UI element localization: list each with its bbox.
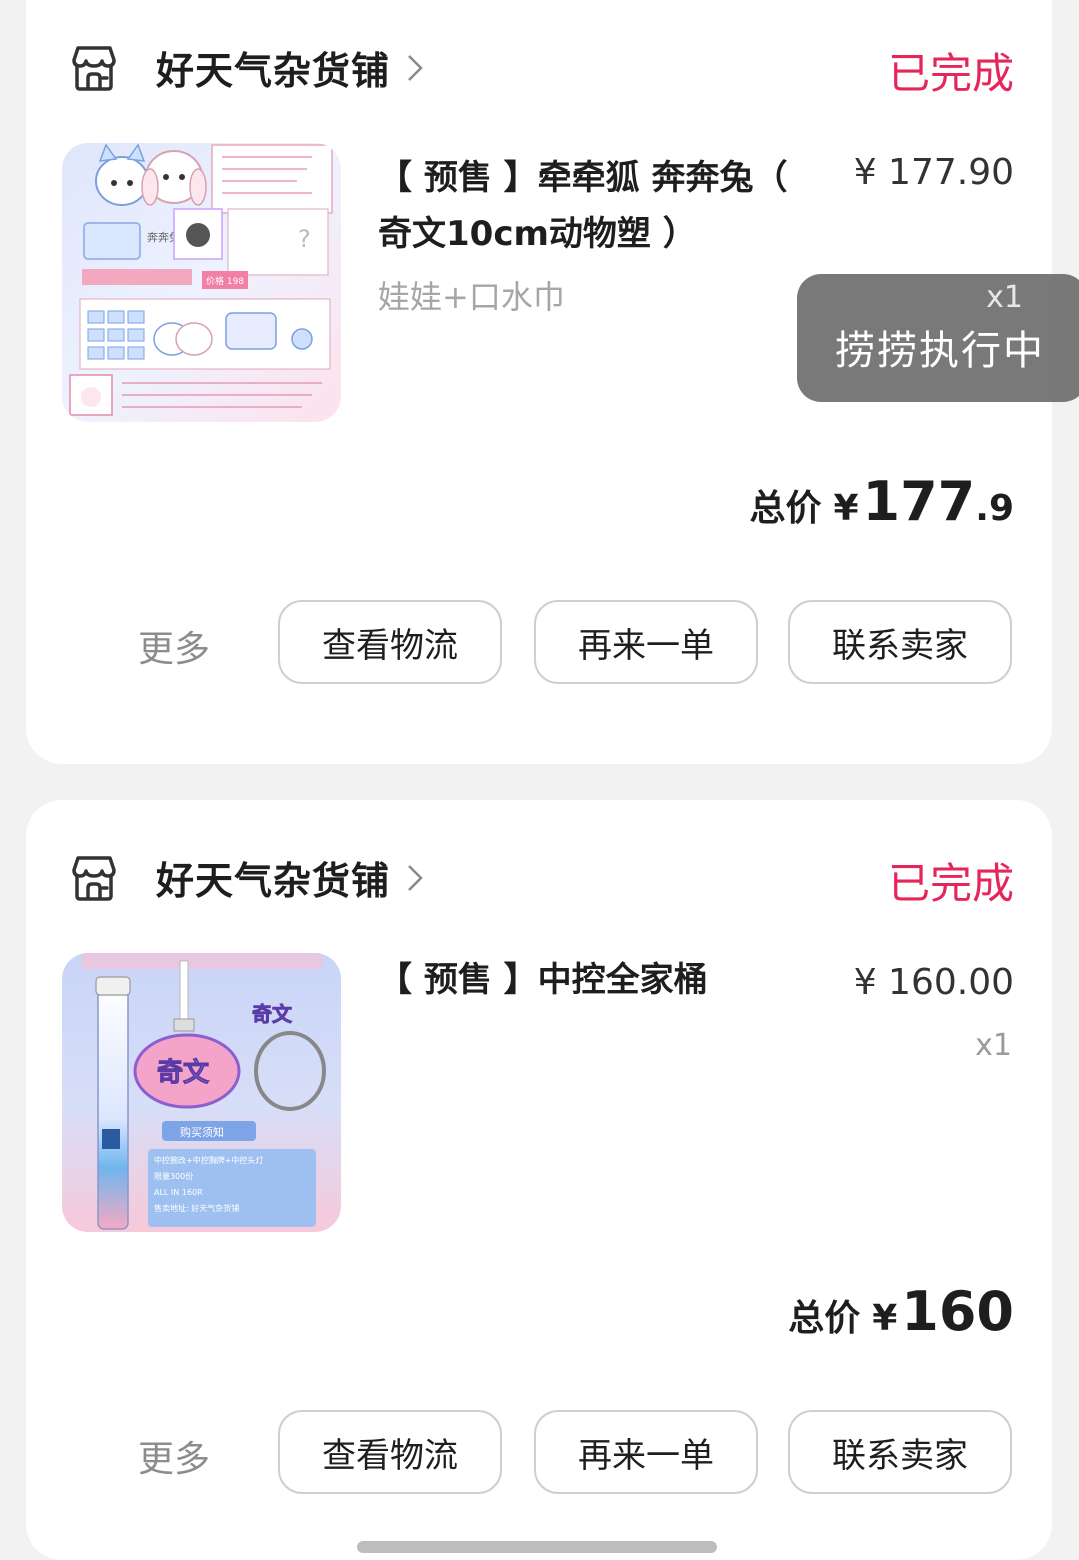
shop-link[interactable]: 好天气杂货铺 (68, 850, 424, 905)
toast-message: x1 捞捞执行中 (797, 274, 1079, 402)
view-logistics-button[interactable]: 查看物流 (278, 600, 502, 684)
order-actions: 更多 查看物流 再来一单 联系卖家 (26, 600, 1052, 688)
unit-price: ¥ 177.90 (853, 152, 1014, 193)
shop-link[interactable]: 好天气杂货铺 (68, 40, 424, 95)
order-status: 已完成 (887, 859, 1014, 908)
shop-name: 好天气杂货铺 (156, 859, 391, 903)
product-title[interactable]: 【 预售 】中控全家桶 (378, 952, 798, 1008)
shop-icon (72, 45, 116, 91)
shop-name: 好天气杂货铺 (156, 49, 391, 93)
contact-seller-button[interactable]: 联系卖家 (788, 600, 1012, 684)
chevron-right-icon (408, 864, 423, 891)
more-button[interactable]: 更多 (138, 620, 210, 672)
total-currency: ¥ (833, 488, 859, 529)
product-image: 奇文 奇文 购买须知 中控腕改+中控胸牌+中控头灯 限量300份 ALL IN … (62, 953, 341, 1232)
product-thumbnail[interactable]: 奇文 奇文 购买须知 中控腕改+中控胸牌+中控头灯 限量300份 ALL IN … (62, 953, 341, 1232)
total-amount: 177 (862, 470, 976, 533)
chevron-right-icon (408, 54, 423, 81)
contact-seller-button[interactable]: 联系卖家 (788, 1410, 1012, 1494)
thumb-text: 购买须知 (180, 1125, 224, 1139)
order-total: 总价 ¥ 160 (788, 1280, 1014, 1343)
item-quantity: x1 (986, 280, 1023, 315)
svg-text:?: ? (298, 225, 311, 253)
unit-price: ¥ 160.00 (853, 962, 1014, 1003)
total-currency: ¥ (872, 1298, 898, 1339)
thumb-text: 中控腕改+中控胸牌+中控头灯 (154, 1155, 263, 1165)
order-status: 已完成 (887, 49, 1014, 98)
thumb-text: 价格 198 (206, 275, 244, 287)
total-amount-decimal: .9 (975, 488, 1014, 529)
reorder-button[interactable]: 再来一单 (534, 600, 758, 684)
shop-icon (72, 855, 116, 901)
thumb-text: 限量300份 (154, 1171, 193, 1181)
thumb-text: ALL IN 160R (154, 1188, 203, 1197)
thumb-text: 奇文 (157, 1057, 210, 1088)
item-quantity: x1 (975, 1028, 1012, 1063)
svg-text:奇文: 奇文 (252, 1002, 293, 1026)
total-label: 总价 (788, 1298, 861, 1339)
reorder-button[interactable]: 再来一单 (534, 1410, 758, 1494)
order-total: 总价 ¥ 177 .9 (749, 470, 1014, 533)
product-image: 奔奔兔 ? 价格 198 (62, 143, 341, 422)
total-label: 总价 (749, 488, 822, 529)
order-actions: 更多 查看物流 再来一单 联系卖家 (26, 1410, 1052, 1498)
product-thumbnail[interactable]: 奔奔兔 ? 价格 198 (62, 143, 341, 422)
product-title[interactable]: 【 预售 】牵牵狐 奔奔兔（ 奇文10cm动物塑 ） (378, 150, 798, 262)
total-amount: 160 (901, 1280, 1014, 1343)
view-logistics-button[interactable]: 查看物流 (278, 1410, 502, 1494)
more-button[interactable]: 更多 (138, 1430, 210, 1482)
product-variant: 娃娃+口水巾 (378, 278, 565, 316)
order-card[interactable]: 好天气杂货铺 已完成 (26, 800, 1052, 1560)
thumb-text: 售卖地址: 好天气杂货铺 (154, 1203, 239, 1213)
toast-text: 捞捞执行中 (835, 328, 1045, 374)
home-indicator[interactable] (357, 1541, 717, 1553)
